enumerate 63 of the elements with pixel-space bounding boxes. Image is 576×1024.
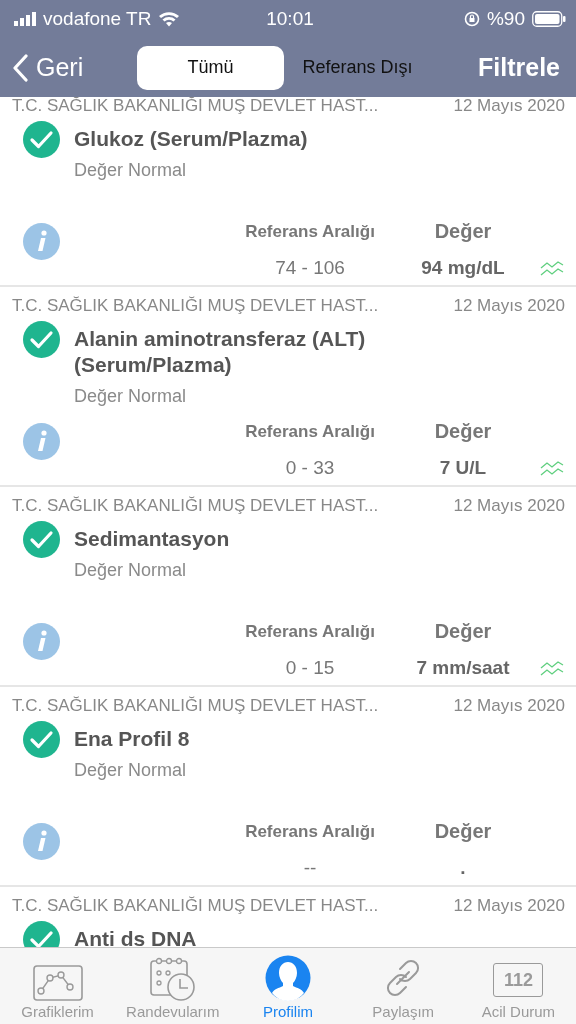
result-date: 12 Mayıs 2020 [453, 896, 565, 916]
hospital-name: T.C. SAĞLIK BAKANLIĞI MUŞ DEVLET HAST... [12, 97, 379, 116]
info-icon[interactable] [23, 223, 60, 260]
reference-range: -- [302, 857, 318, 879]
tab-bar-item[interactable]: Profilim [230, 948, 346, 1024]
segment-tab[interactable]: Referans Dışı [284, 45, 431, 90]
clock-time: 10:01 [266, 8, 314, 30]
trend-icon[interactable] [540, 659, 564, 677]
test-name: Anti ds DNA [74, 926, 198, 947]
test-name: Glukoz (Serum/Plazma) [74, 126, 309, 152]
result-value: 94 mg/dL [420, 257, 506, 279]
test-name: Ena Profil 8 [74, 726, 191, 752]
status-text: Değer Normal [74, 160, 188, 181]
hospital-name: T.C. SAĞLIK BAKANLIĞI MUŞ DEVLET HAST... [12, 496, 379, 516]
status-text: Değer Normal [74, 760, 188, 781]
tab-bar-item[interactable]: Grafiklerim [0, 948, 116, 1024]
emergency-number-icon: 112 [493, 963, 544, 997]
result-value: 7 mm/saat [415, 657, 511, 679]
tab-bar-item[interactable]: Randevularım [115, 948, 231, 1024]
calendar-clock-icon [148, 957, 197, 1001]
filter-button[interactable]: Filtrele [474, 53, 564, 82]
hospital-name: T.C. SAĞLIK BAKANLIĞI MUŞ DEVLET HAST... [12, 696, 379, 716]
hospital-name: T.C. SAĞLIK BAKANLIĞI MUŞ DEVLET HAST... [12, 896, 379, 916]
test-name: Alanin aminotransferaz (ALT) (Serum/Plazma) [74, 326, 367, 378]
status-text: Değer Normal [74, 386, 188, 407]
value-label: Değer [433, 820, 493, 843]
value-label: Değer [433, 420, 493, 443]
test-name: Sedimantasyon [74, 526, 231, 552]
wifi-icon [158, 11, 181, 27]
value-label: Değer [433, 220, 493, 243]
trend-icon[interactable] [540, 459, 564, 477]
signal-icon [14, 12, 36, 26]
line-chart-icon [32, 965, 83, 1001]
tab-bar-item[interactable]: 112 Acil Durum [460, 948, 576, 1024]
result-date: 12 Mayıs 2020 [453, 296, 565, 316]
result-value: 7 U/L [438, 457, 488, 479]
value-label: Değer [433, 620, 493, 643]
result-date: 12 Mayıs 2020 [453, 696, 565, 716]
carrier-name: vodafone TR [43, 8, 152, 30]
rotation-lock-icon [463, 11, 480, 27]
reference-range-label: Referans Aralığı [244, 421, 376, 442]
back-chevron-icon [12, 53, 28, 82]
result-date: 12 Mayıs 2020 [453, 496, 565, 516]
info-icon[interactable] [23, 823, 60, 860]
trend-icon[interactable] [540, 259, 564, 277]
tab-bar-item[interactable]: Paylaşım [345, 948, 461, 1024]
info-icon[interactable] [23, 423, 60, 460]
reference-range: 0 - 15 [284, 657, 336, 679]
reference-range-label: Referans Aralığı [244, 821, 376, 842]
result-date: 12 Mayıs 2020 [453, 97, 565, 116]
info-icon[interactable] [23, 623, 60, 660]
reference-range: 74 - 106 [274, 257, 346, 279]
result-value: . [459, 857, 467, 879]
segment-tab[interactable]: Tümü [137, 45, 284, 90]
hospital-name: T.C. SAĞLIK BAKANLIĞI MUŞ DEVLET HAST... [12, 296, 379, 316]
reference-range-label: Referans Aralığı [244, 221, 376, 242]
reference-range-label: Referans Aralığı [244, 621, 376, 642]
back-button[interactable]: Geri [12, 53, 137, 82]
reference-range: 0 - 33 [284, 457, 336, 479]
profile-icon [265, 955, 311, 1001]
battery-icon [532, 11, 566, 27]
battery-percent: %90 [486, 8, 525, 30]
status-text: Değer Normal [74, 560, 188, 581]
